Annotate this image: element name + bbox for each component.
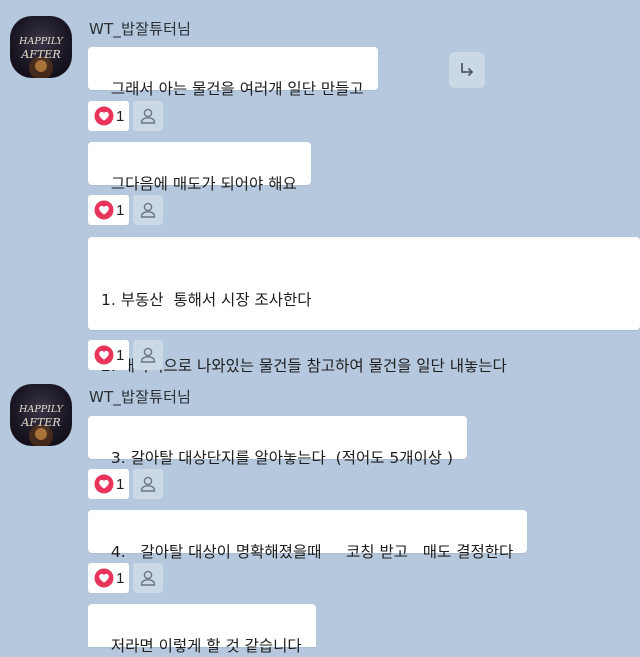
reader-profile-button[interactable]	[133, 340, 164, 370]
reaction-row: 1	[88, 340, 164, 370]
like-count: 1	[116, 475, 125, 493]
person-icon	[141, 570, 156, 586]
avatar-logo-word-2: AFTER	[20, 416, 60, 429]
reaction-row: 1	[88, 195, 164, 225]
message-text: 저라면 이렇게 할 것 같습니다	[110, 637, 302, 655]
like-button[interactable]: 1	[88, 195, 130, 225]
message-text: 그다음에 매도가 되어야 해요	[110, 175, 297, 193]
avatar-logo-word-2: AFTER	[20, 48, 60, 61]
heart-icon	[94, 474, 114, 494]
heart-icon	[94, 200, 114, 220]
like-count: 1	[116, 201, 125, 219]
person-icon	[141, 108, 156, 124]
like-count: 1	[116, 346, 125, 364]
like-button[interactable]: 1	[88, 340, 130, 370]
message-bubble[interactable]: 3. 갈아탈 대상단지를 알아놓는다 (적어도 5개이상 )	[88, 416, 468, 467]
like-count: 1	[116, 569, 125, 587]
message-bubble[interactable]: 4. 갈아탈 대상이 명확해졌을때 코칭 받고 매도 결정한다	[88, 510, 528, 561]
reader-profile-button[interactable]	[133, 469, 164, 499]
sender-name: WT_밥잘튜터님	[89, 20, 192, 38]
like-button[interactable]: 1	[88, 101, 130, 131]
sender-avatar[interactable]: HAPPILY AFTER	[10, 384, 72, 446]
sender-avatar[interactable]: HAPPILY AFTER	[10, 16, 72, 78]
reaction-row: 1	[88, 469, 164, 499]
avatar-logo-word-1: HAPPILY	[18, 36, 64, 47]
message-text: 3. 갈아탈 대상단지를 알아놓는다 (적어도 5개이상 )	[110, 449, 454, 467]
avatar-logo-word-1: HAPPILY	[18, 404, 64, 415]
message-line: 1. 부동산 통해서 시장 조사한다	[101, 291, 312, 309]
reply-arrow-icon	[461, 63, 474, 77]
like-button[interactable]: 1	[88, 563, 130, 593]
message-text: 그래서 아는 물건을 여러개 일단 만들고	[110, 80, 364, 98]
happily-after-logo: HAPPILY AFTER	[18, 36, 65, 78]
heart-icon	[94, 568, 114, 588]
sender-name: WT_밥잘튜터님	[89, 388, 192, 406]
reaction-row: 1	[88, 101, 164, 131]
heart-icon	[94, 345, 114, 365]
reply-button[interactable]	[449, 52, 485, 88]
like-count: 1	[116, 107, 125, 125]
happily-after-logo: HAPPILY AFTER	[18, 404, 65, 446]
reader-profile-button[interactable]	[133, 195, 164, 225]
message-bubble[interactable]: 그다음에 매도가 되어야 해요	[88, 142, 311, 193]
person-icon	[141, 347, 156, 363]
reader-profile-button[interactable]	[133, 563, 164, 593]
message-text: 4. 갈아탈 대상이 명확해졌을때 코칭 받고 매도 결정한다	[110, 543, 514, 561]
person-icon	[141, 202, 156, 218]
heart-icon	[94, 106, 114, 126]
message-line: 2. 대략적으로 나와있는 물건들 참고하여 물건을 일단 내놓는다	[101, 357, 507, 375]
reaction-row: 1	[88, 563, 164, 593]
person-icon	[141, 476, 156, 492]
message-bubble[interactable]: 그래서 아는 물건을 여러개 일단 만들고	[88, 47, 378, 98]
message-bubble[interactable]: 1. 부동산 통해서 시장 조사한다 2. 대략적으로 나와있는 물건들 참고하…	[88, 237, 640, 441]
like-button[interactable]: 1	[88, 469, 130, 499]
reader-profile-button[interactable]	[133, 101, 164, 131]
message-bubble[interactable]: 저라면 이렇게 할 것 같습니다	[88, 604, 316, 655]
